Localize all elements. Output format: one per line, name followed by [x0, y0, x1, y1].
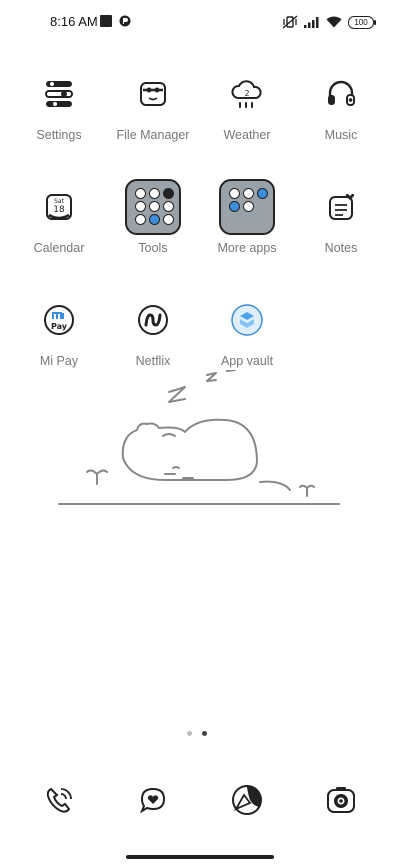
- weather-badge: 2: [244, 89, 249, 98]
- app-file-manager[interactable]: File Manager: [106, 66, 200, 179]
- status-time: 8:16 AM: [50, 14, 98, 29]
- app-label: Settings: [36, 128, 82, 142]
- messages-icon: [139, 787, 166, 814]
- app-label: Calendar: [33, 241, 85, 255]
- dock-browser[interactable]: [200, 772, 294, 828]
- dock-messages[interactable]: [106, 772, 200, 828]
- page-indicator[interactable]: [187, 731, 207, 736]
- app-grid: Settings File Manager 2 Weather Music Sa…: [12, 66, 388, 405]
- browser-icon: [232, 785, 262, 815]
- folder-more-apps[interactable]: More apps: [200, 179, 294, 292]
- app-label: Notes: [324, 241, 358, 255]
- folder-tools[interactable]: Tools: [106, 179, 200, 292]
- headphones-icon: [328, 80, 355, 106]
- page-dot-active[interactable]: [202, 731, 207, 736]
- vibrate-icon: [282, 15, 298, 29]
- app-label: App vault: [220, 354, 274, 368]
- calendar-date: 18: [53, 205, 65, 215]
- camera-icon: [327, 787, 355, 813]
- dock: [12, 772, 388, 828]
- folder-label: Tools: [138, 241, 168, 255]
- mi-pay-text: Pay: [51, 322, 68, 331]
- stop-square-icon: [100, 15, 112, 27]
- calendar-icon: Sat 18: [46, 194, 72, 220]
- mi-pay-icon: Pay: [44, 305, 74, 335]
- app-label: File Manager: [116, 128, 190, 142]
- app-music[interactable]: Music: [294, 66, 388, 179]
- calendar-day: Sat: [54, 198, 64, 205]
- app-vault-icon: [231, 304, 263, 336]
- app-label: Mi Pay: [39, 354, 79, 368]
- settings-icon: [45, 81, 73, 107]
- battery-icon: 100: [348, 15, 376, 29]
- app-notes[interactable]: Notes: [294, 179, 388, 292]
- page-dot[interactable]: [187, 731, 192, 736]
- app-settings[interactable]: Settings: [12, 66, 106, 179]
- netflix-icon: [138, 305, 168, 335]
- sleeping-cat-wallpaper: [58, 370, 340, 505]
- app-calendar[interactable]: Sat 18 Calendar: [12, 179, 106, 292]
- app-label: Netflix: [135, 354, 171, 368]
- phone-icon: [46, 787, 72, 813]
- dock-camera[interactable]: [294, 772, 388, 828]
- signal-icon: [304, 17, 319, 28]
- folder-label: More apps: [217, 241, 277, 255]
- notes-icon: [329, 193, 355, 220]
- app-label: Weather: [223, 128, 271, 142]
- home-indicator[interactable]: [126, 855, 274, 859]
- folder-icon: [125, 179, 181, 235]
- weather-icon: 2: [231, 80, 262, 108]
- app-weather[interactable]: 2 Weather: [200, 66, 294, 179]
- status-bar: 8:16 AM 100: [0, 0, 400, 44]
- notification-icon: [119, 15, 131, 27]
- file-manager-icon: [140, 82, 166, 106]
- wifi-icon: [326, 16, 342, 28]
- dock-phone[interactable]: [12, 772, 106, 828]
- folder-icon: [219, 179, 275, 235]
- app-label: Music: [324, 128, 358, 142]
